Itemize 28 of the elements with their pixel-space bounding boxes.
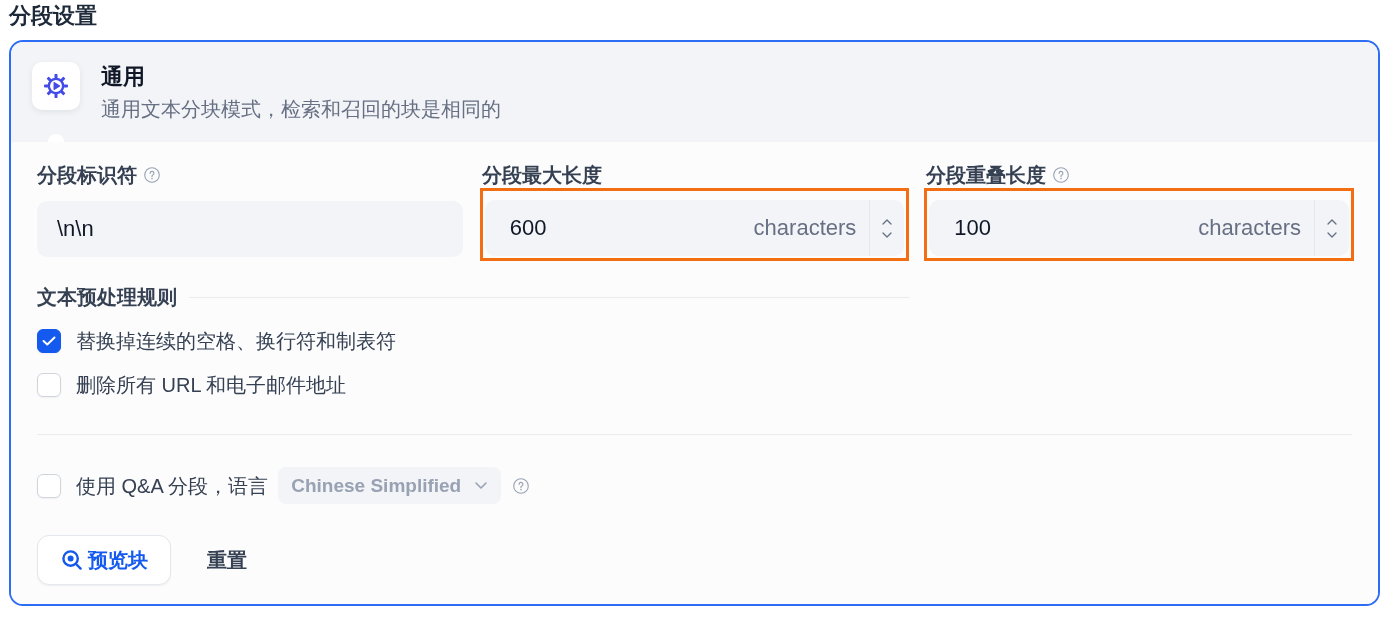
preview-button[interactable]: 预览块 bbox=[37, 535, 171, 585]
input-value: 100 bbox=[954, 215, 993, 241]
unit-label: characters bbox=[753, 215, 857, 241]
checkmark-icon bbox=[42, 336, 56, 346]
gear-play-icon bbox=[32, 62, 80, 110]
qa-label: 使用 Q&A 分段，语言 bbox=[76, 473, 269, 499]
search-icon bbox=[62, 550, 82, 570]
mode-description: 通用文本分块模式，检索和召回的块是相同的 bbox=[101, 97, 501, 122]
chevron-up-icon[interactable] bbox=[882, 218, 893, 225]
chevron-down-icon bbox=[475, 482, 488, 489]
field-label: 分段最大长度 bbox=[481, 163, 602, 188]
chevron-down-icon[interactable] bbox=[1327, 231, 1337, 238]
mode-title: 通用 bbox=[101, 63, 146, 91]
section-heading: 文本预处理规则 bbox=[37, 285, 177, 310]
section-title: 分段设置 bbox=[9, 3, 97, 28]
checkbox[interactable] bbox=[37, 329, 61, 353]
chevron-up-icon[interactable] bbox=[1327, 218, 1337, 225]
rule-label: 替换掉连续的空格、换行符和制表符 bbox=[76, 329, 396, 354]
rule-label: 删除所有 URL 和电子邮件地址 bbox=[76, 373, 347, 398]
reset-button[interactable]: 重置 bbox=[197, 535, 257, 585]
text-input[interactable]: \n\n bbox=[37, 201, 463, 257]
number-input[interactable]: 100 characters bbox=[929, 200, 1349, 256]
unit-label: characters bbox=[1198, 215, 1301, 241]
input-value: 600 bbox=[509, 215, 548, 241]
number-input[interactable]: 600 characters bbox=[484, 200, 905, 256]
chevron-down-icon[interactable] bbox=[882, 231, 893, 238]
field-label: 分段标识符 bbox=[37, 163, 137, 188]
field-label: 分段重叠长度 bbox=[926, 163, 1047, 188]
